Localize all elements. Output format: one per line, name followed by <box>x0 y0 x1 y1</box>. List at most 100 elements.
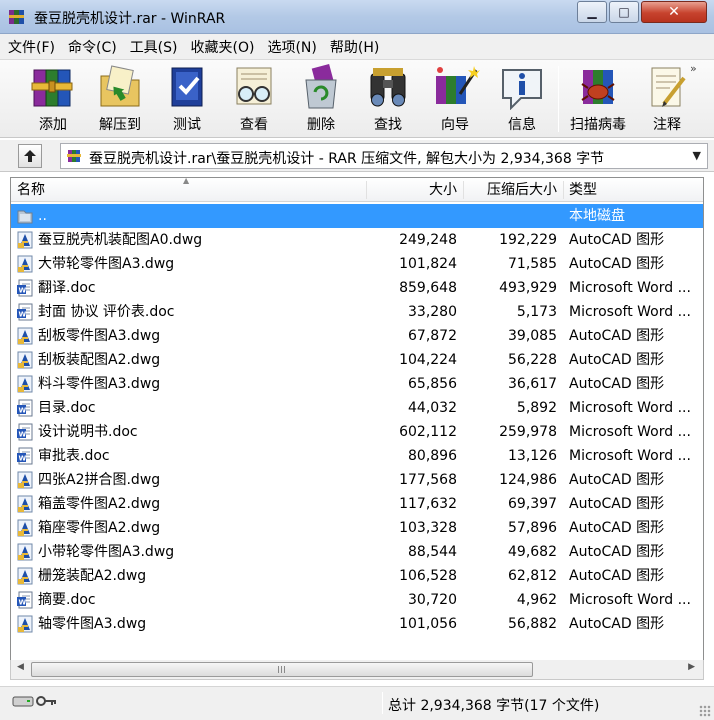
view-label: 查看 <box>240 117 268 133</box>
column-divider[interactable] <box>563 181 564 199</box>
file-row[interactable]: 蚕豆脱壳机装配图A0.dwg 249,248 192,229 AutoCAD 图形 <box>11 228 703 252</box>
archive-path-text: 蚕豆脱壳机设计.rar\蚕豆脱壳机设计 - RAR 压缩文件, 解包大小为 2,… <box>89 151 605 167</box>
file-packed-size: 5,173 <box>516 304 557 320</box>
svg-text:W: W <box>19 431 27 439</box>
file-size: 117,632 <box>399 496 457 512</box>
file-name: 目录.doc <box>38 400 96 416</box>
file-row[interactable]: W 审批表.doc 80,896 13,126 Microsoft Word ... <box>11 444 703 468</box>
file-list[interactable]: 名称 ▲ 大小 压缩后大小 类型 .. 本地磁盘 蚕豆脱壳机装配图A0.dwg 249… <box>10 177 704 662</box>
file-row[interactable]: 料斗零件图A3.dwg 65,856 36,617 AutoCAD 图形 <box>11 372 703 396</box>
file-row[interactable]: 轴零件图A3.dwg 101,056 56,882 AutoCAD 图形 <box>11 612 703 636</box>
file-row[interactable]: W 摘要.doc 30,720 4,962 Microsoft Word ... <box>11 588 703 612</box>
file-size: 65,856 <box>408 376 457 392</box>
menu-commands[interactable]: 命令(C) <box>68 37 117 57</box>
word-document-icon: W <box>17 447 33 465</box>
menu-help[interactable]: 帮助(H) <box>330 37 379 57</box>
minimize-button[interactable]: ▁ <box>577 1 607 23</box>
file-row[interactable]: 大带轮零件图A3.dwg 101,824 71,585 AutoCAD 图形 <box>11 252 703 276</box>
autocad-file-icon <box>17 351 33 369</box>
path-combobox[interactable]: 蚕豆脱壳机设计.rar\蚕豆脱壳机设计 - RAR 压缩文件, 解包大小为 2,… <box>60 143 708 169</box>
word-document-icon: W <box>17 303 33 321</box>
wizard-icon <box>436 66 480 104</box>
file-packed-size: 4,962 <box>516 592 557 608</box>
archive-icon <box>67 150 81 162</box>
chevron-down-icon[interactable]: ▼ <box>693 149 701 162</box>
file-row[interactable]: 刮板零件图A3.dwg 67,872 39,085 AutoCAD 图形 <box>11 324 703 348</box>
scan-virus-button[interactable]: 扫描病毒 <box>565 64 631 134</box>
autocad-file-icon <box>17 567 33 585</box>
column-divider[interactable] <box>463 181 464 199</box>
file-type: Microsoft Word ... <box>569 448 691 464</box>
file-size: 101,824 <box>399 256 457 272</box>
winrar-app-icon[interactable] <box>8 8 26 26</box>
file-row[interactable]: 刮板装配图A2.dwg 104,224 56,228 AutoCAD 图形 <box>11 348 703 372</box>
find-button[interactable]: 查找 <box>355 64 421 134</box>
menu-favorites[interactable]: 收藏夹(O) <box>191 37 255 57</box>
file-size: 103,328 <box>399 520 457 536</box>
file-type: AutoCAD 图形 <box>569 352 665 368</box>
file-row[interactable]: W 目录.doc 44,032 5,892 Microsoft Word ... <box>11 396 703 420</box>
svg-text:W: W <box>19 599 27 607</box>
file-type: Microsoft Word ... <box>569 592 691 608</box>
toolbar-more-icon[interactable]: » <box>690 62 697 75</box>
column-header-name[interactable]: 名称 <box>17 178 45 202</box>
file-name: 大带轮零件图A3.dwg <box>38 256 175 272</box>
file-row[interactable]: 栅笼装配A2.dwg 106,528 62,812 AutoCAD 图形 <box>11 564 703 588</box>
view-button[interactable]: 查看 <box>221 64 287 134</box>
key-icon <box>36 696 56 706</box>
file-type: AutoCAD 图形 <box>569 328 665 344</box>
wizard-button[interactable]: 向导 <box>422 64 488 134</box>
file-size: 106,528 <box>399 568 457 584</box>
file-packed-size: 13,126 <box>508 448 557 464</box>
file-row[interactable]: 箱座零件图A2.dwg 103,328 57,896 AutoCAD 图形 <box>11 516 703 540</box>
column-header-size[interactable]: 大小 <box>369 178 457 202</box>
delete-recycle-icon <box>305 64 337 109</box>
file-packed-size <box>471 204 557 228</box>
file-row[interactable]: 箱盖零件图A2.dwg 117,632 69,397 AutoCAD 图形 <box>11 492 703 516</box>
drive-icon <box>12 696 34 707</box>
column-header-packed[interactable]: 压缩后大小 <box>471 178 557 202</box>
info-button[interactable]: 信息 <box>489 64 555 134</box>
menu-tools[interactable]: 工具(S) <box>130 37 178 57</box>
add-label: 添加 <box>39 117 67 133</box>
file-rows: .. 本地磁盘 蚕豆脱壳机装配图A0.dwg 249,248 192,229 AutoCA… <box>11 204 703 636</box>
file-packed-size: 49,682 <box>508 544 557 560</box>
scroll-left-icon[interactable]: ◀ <box>17 662 24 672</box>
svg-text:W: W <box>19 407 27 415</box>
file-type: 本地磁盘 <box>569 208 625 224</box>
file-type: AutoCAD 图形 <box>569 496 665 512</box>
maximize-button[interactable]: □ <box>609 1 639 23</box>
delete-button[interactable]: 删除 <box>288 64 354 134</box>
file-row[interactable]: W 封面 协议 评价表.doc 33,280 5,173 Microsoft Word … <box>11 300 703 324</box>
file-packed-size: 69,397 <box>508 496 557 512</box>
resize-grip-icon[interactable] <box>699 705 711 717</box>
maximize-icon: □ <box>618 5 630 19</box>
word-document-icon: W <box>17 423 33 441</box>
up-one-level-button[interactable] <box>18 144 42 168</box>
scroll-right-icon[interactable]: ▶ <box>688 662 695 672</box>
extract-to-button[interactable]: 解压到 <box>87 64 153 134</box>
menu-bar: 文件(F) 命令(C) 工具(S) 收藏夹(O) 选项(N) 帮助(H) <box>0 34 714 60</box>
file-row[interactable]: 四张A2拼合图.dwg 177,568 124,986 AutoCAD 图形 <box>11 468 703 492</box>
column-divider[interactable] <box>366 181 367 199</box>
column-header-type[interactable]: 类型 <box>569 178 597 202</box>
file-name: 摘要.doc <box>38 592 96 608</box>
scrollbar-thumb[interactable] <box>31 662 533 677</box>
file-packed-size: 259,978 <box>499 424 557 440</box>
add-button[interactable]: 添加 <box>20 64 86 134</box>
file-type: AutoCAD 图形 <box>569 256 665 272</box>
test-button[interactable]: 测试 <box>154 64 220 134</box>
file-name: 刮板装配图A2.dwg <box>38 352 161 368</box>
close-button[interactable]: ✕ <box>641 1 707 23</box>
file-row[interactable]: 小带轮零件图A3.dwg 88,544 49,682 AutoCAD 图形 <box>11 540 703 564</box>
menu-file[interactable]: 文件(F) <box>8 37 55 57</box>
parent-directory-row[interactable]: .. 本地磁盘 <box>11 204 703 228</box>
file-size: 104,224 <box>399 352 457 368</box>
file-row[interactable]: W 翻译.doc 859,648 493,929 Microsoft Word ... <box>11 276 703 300</box>
title-bar[interactable]: 蚕豆脱壳机设计.rar - WinRAR ▁ □ ✕ <box>0 0 714 34</box>
file-size: 602,112 <box>399 424 457 440</box>
horizontal-scrollbar[interactable]: ◀ ▶ <box>10 660 704 680</box>
menu-options[interactable]: 选项(N) <box>267 37 316 57</box>
file-name: 箱座零件图A2.dwg <box>38 520 161 536</box>
file-row[interactable]: W 设计说明书.doc 602,112 259,978 Microsoft Word .… <box>11 420 703 444</box>
